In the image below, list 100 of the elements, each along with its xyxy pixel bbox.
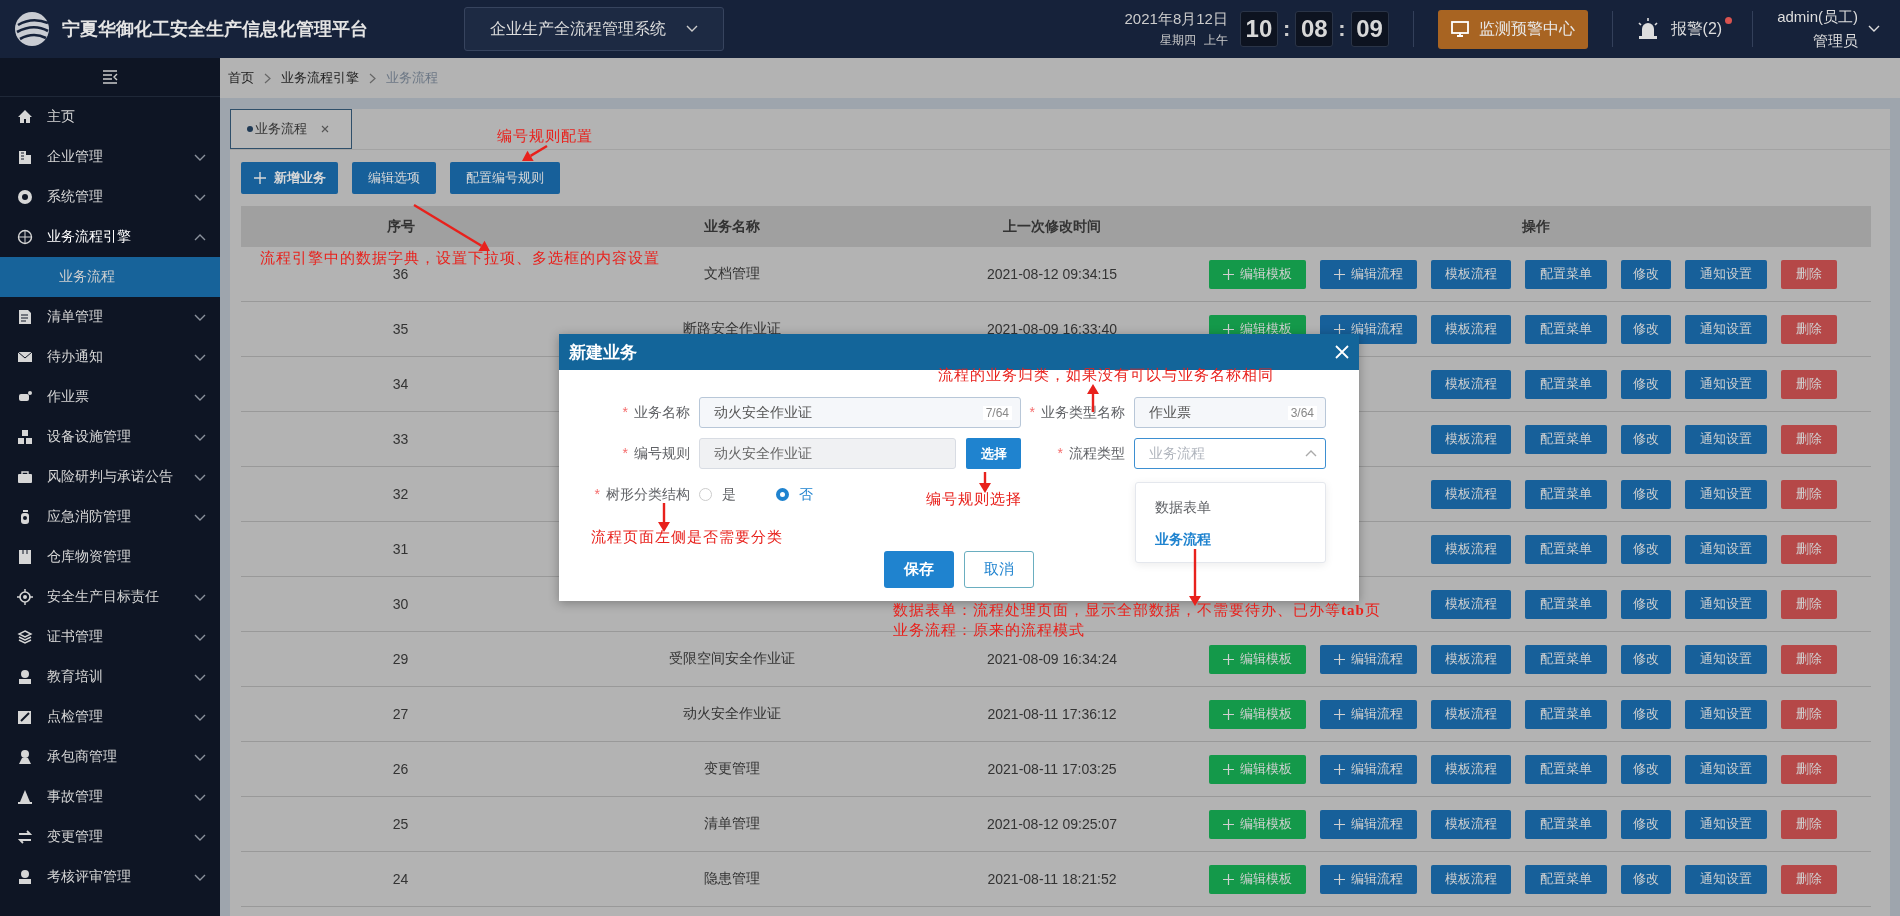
action-button[interactable]: 配置菜单 <box>1525 864 1607 894</box>
sidebar-item[interactable]: 事故管理 <box>0 777 220 817</box>
action-button[interactable]: 通知设置 <box>1685 699 1767 729</box>
action-button[interactable]: 配置菜单 <box>1525 809 1607 839</box>
action-button[interactable]: 删除 <box>1781 259 1837 289</box>
alarm-link[interactable]: 报警(2) <box>1636 18 1729 40</box>
action-button[interactable]: 通知设置 <box>1685 259 1767 289</box>
action-button[interactable]: 修改 <box>1621 754 1671 784</box>
sidebar-item[interactable]: 设备设施管理 <box>0 417 220 457</box>
dropdown-option[interactable]: 业务流程 <box>1136 523 1325 555</box>
action-button[interactable]: 修改 <box>1621 864 1671 894</box>
sidebar-item[interactable]: 变更管理 <box>0 817 220 857</box>
action-button[interactable]: 模板流程 <box>1431 644 1511 674</box>
system-select[interactable]: 企业生产全流程管理系统 <box>464 7 724 51</box>
action-button[interactable]: 删除 <box>1781 314 1837 344</box>
sidebar-item[interactable]: 承包商管理 <box>0 737 220 777</box>
action-button[interactable]: 模板流程 <box>1431 754 1511 784</box>
action-button[interactable]: 通知设置 <box>1685 589 1767 619</box>
radio-option[interactable]: 否 <box>776 485 813 504</box>
input-field[interactable]: 动火安全作业证 7/64 <box>699 397 1021 428</box>
cancel-button[interactable]: 取消 <box>964 551 1034 588</box>
radio-option[interactable]: 是 <box>699 485 736 504</box>
action-button[interactable]: 修改 <box>1621 809 1671 839</box>
sidebar-item[interactable]: 系统管理 <box>0 177 220 217</box>
action-button[interactable]: 通知设置 <box>1685 424 1767 454</box>
action-button[interactable]: 模板流程 <box>1431 259 1511 289</box>
action-button[interactable]: 模板流程 <box>1431 314 1511 344</box>
sidebar-item[interactable]: 教育培训 <box>0 657 220 697</box>
radio-button[interactable] <box>776 488 789 501</box>
action-button[interactable]: 删除 <box>1781 534 1837 564</box>
sidebar-item[interactable]: 企业管理 <box>0 137 220 177</box>
action-button[interactable]: 修改 <box>1621 589 1671 619</box>
sidebar-item[interactable]: 考核评审管理 <box>0 857 220 897</box>
action-button[interactable]: 编辑流程 <box>1320 754 1417 784</box>
action-button[interactable]: 模板流程 <box>1431 479 1511 509</box>
action-button[interactable]: 通知设置 <box>1685 369 1767 399</box>
action-button[interactable]: 编辑流程 <box>1320 259 1417 289</box>
sidebar-subitem[interactable]: 业务流程 <box>0 257 220 297</box>
close-button[interactable] <box>1335 345 1349 359</box>
action-button[interactable]: 修改 <box>1621 699 1671 729</box>
action-button[interactable]: 模板流程 <box>1431 864 1511 894</box>
save-button[interactable]: 保存 <box>884 551 954 588</box>
action-button[interactable]: 修改 <box>1621 534 1671 564</box>
sidebar-item[interactable]: 业务流程引擎 <box>0 217 220 257</box>
action-button[interactable]: 修改 <box>1621 369 1671 399</box>
sidebar-item[interactable]: 仓库物资管理 <box>0 537 220 577</box>
dropdown-option[interactable]: 数据表单 <box>1136 491 1325 523</box>
radio-button[interactable] <box>699 488 712 501</box>
action-button[interactable]: 删除 <box>1781 644 1837 674</box>
action-button[interactable]: 编辑流程 <box>1320 864 1417 894</box>
user-menu[interactable]: admin(员工) 管理员 <box>1777 5 1880 53</box>
action-button[interactable]: 编辑流程 <box>1320 809 1417 839</box>
action-button[interactable]: 配置菜单 <box>1525 589 1607 619</box>
action-button[interactable]: 删除 <box>1781 589 1837 619</box>
action-button[interactable]: 通知设置 <box>1685 534 1767 564</box>
action-button[interactable]: 通知设置 <box>1685 644 1767 674</box>
sidebar-item[interactable]: 待办通知 <box>0 337 220 377</box>
sidebar-item[interactable]: 安全生产目标责任 <box>0 577 220 617</box>
action-button[interactable]: 模板流程 <box>1431 809 1511 839</box>
action-button[interactable]: 通知设置 <box>1685 809 1767 839</box>
sidebar-item[interactable]: 风险研判与承诺公告 <box>0 457 220 497</box>
action-button[interactable]: 配置菜单 <box>1525 699 1607 729</box>
action-button[interactable]: 模板流程 <box>1431 589 1511 619</box>
action-button[interactable]: 通知设置 <box>1685 314 1767 344</box>
action-button[interactable]: 删除 <box>1781 369 1837 399</box>
action-button[interactable]: 修改 <box>1621 479 1671 509</box>
sidebar-item[interactable]: 作业票 <box>0 377 220 417</box>
monitor-button[interactable]: 监测预警中心 <box>1437 9 1588 49</box>
action-button[interactable]: 删除 <box>1781 864 1837 894</box>
action-button[interactable]: 删除 <box>1781 754 1837 784</box>
action-button[interactable]: 模板流程 <box>1431 699 1511 729</box>
action-button[interactable]: 删除 <box>1781 699 1837 729</box>
action-button[interactable]: 配置菜单 <box>1525 534 1607 564</box>
action-button[interactable]: 编辑模板 <box>1209 699 1306 729</box>
action-button[interactable]: 删除 <box>1781 809 1837 839</box>
action-button[interactable]: 编辑模板 <box>1209 754 1306 784</box>
action-button[interactable]: 编辑模板 <box>1209 864 1306 894</box>
toolbar-button[interactable]: 编辑选项 <box>352 162 436 194</box>
action-button[interactable]: 配置菜单 <box>1525 479 1607 509</box>
breadcrumb-link[interactable]: 业务流程引擎 <box>281 69 359 87</box>
action-button[interactable]: 通知设置 <box>1685 479 1767 509</box>
action-button[interactable]: 删除 <box>1781 479 1837 509</box>
input-field[interactable]: 作业票 3/64 <box>1134 397 1326 428</box>
action-button[interactable]: 修改 <box>1621 259 1671 289</box>
action-button[interactable]: 编辑模板 <box>1209 809 1306 839</box>
sidebar-item[interactable]: 主页 <box>0 97 220 137</box>
breadcrumb-link[interactable]: 首页 <box>228 69 254 87</box>
page-tab[interactable]: 业务流程 <box>230 109 352 149</box>
action-button[interactable]: 模板流程 <box>1431 534 1511 564</box>
action-button[interactable]: 修改 <box>1621 314 1671 344</box>
action-button[interactable]: 配置菜单 <box>1525 754 1607 784</box>
action-button[interactable]: 修改 <box>1621 424 1671 454</box>
toolbar-button[interactable]: 配置编号规则 <box>450 162 560 194</box>
action-button[interactable]: 配置菜单 <box>1525 424 1607 454</box>
sidebar-item[interactable]: 证书管理 <box>0 617 220 657</box>
sidebar-item[interactable]: 应急消防管理 <box>0 497 220 537</box>
add-button[interactable]: 新增业务 <box>241 162 338 194</box>
action-button[interactable]: 模板流程 <box>1431 369 1511 399</box>
action-button[interactable]: 编辑流程 <box>1320 644 1417 674</box>
action-button[interactable]: 修改 <box>1621 644 1671 674</box>
